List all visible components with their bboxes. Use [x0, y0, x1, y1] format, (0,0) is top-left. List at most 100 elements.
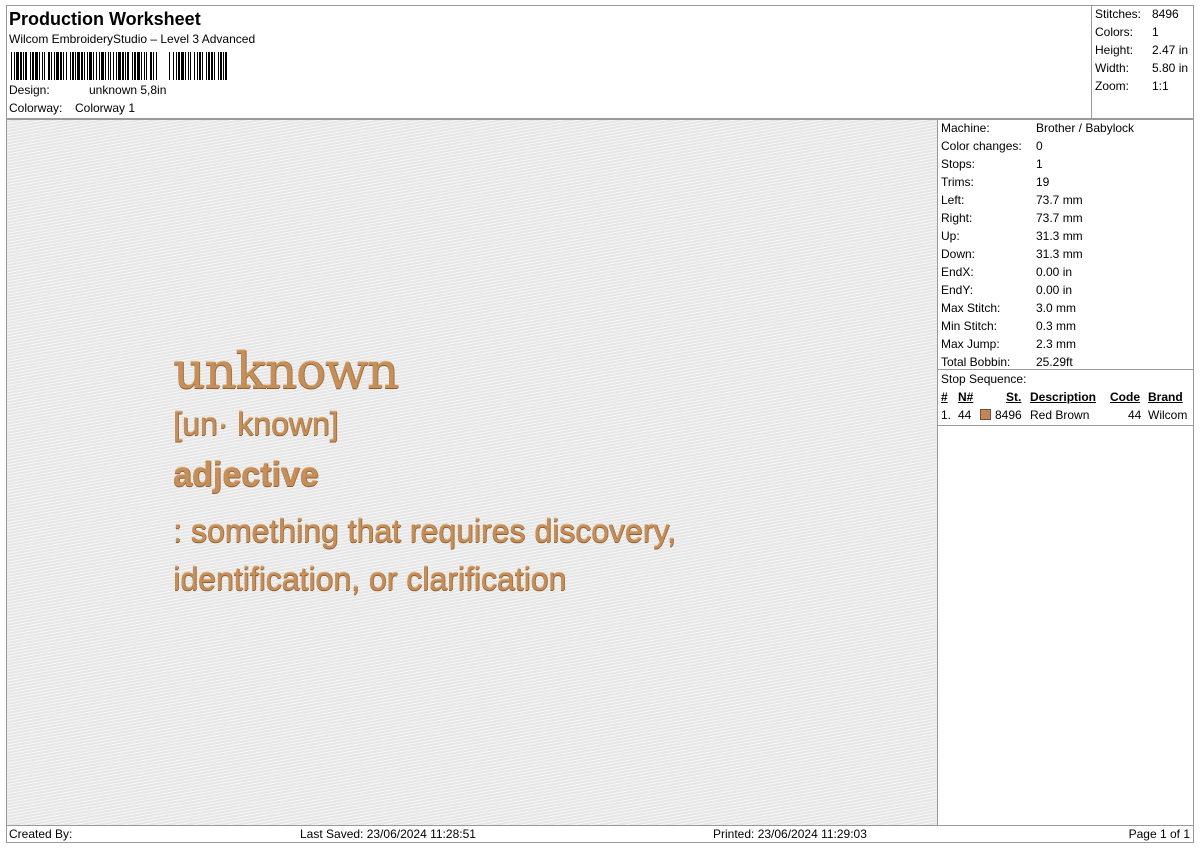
barcode-bar [206, 52, 207, 80]
barcode-bar [173, 52, 174, 80]
summary-label: Height: [1095, 43, 1134, 57]
barcode-bar [225, 52, 227, 80]
barcode-bar [220, 52, 222, 80]
barcode-bar [141, 52, 142, 80]
summary-label: Width: [1095, 61, 1130, 75]
stat-value: 73.7 mm [1036, 211, 1083, 225]
worksheet-header: Production Worksheet Wilcom EmbroiderySt… [6, 5, 1092, 119]
summary-label: Stitches: [1095, 7, 1142, 21]
embroidered-definition-line-1: : something that requires discovery, [173, 513, 676, 549]
barcode-bar [77, 52, 80, 80]
stat-row: Min Stitch: 0.3 mm [941, 319, 1076, 334]
design-value: unknown 5,8in [89, 83, 167, 97]
barcode-bar [70, 52, 71, 80]
stat-value: 0.00 in [1036, 265, 1073, 279]
printed-date: Printed: 23/06/2024 11:29:03 [713, 827, 867, 841]
barcode-bar [66, 52, 67, 80]
machine-stats-panel: Machine: Brother / Babylock Color changes:… [937, 119, 1194, 826]
barcode-bar [181, 52, 184, 80]
barcode-bar [25, 52, 27, 80]
app-name: Wilcom EmbroideryStudio – Level 3 Advanc… [9, 32, 256, 46]
stat-label: Left: [941, 193, 965, 207]
seq-row-brand: Wilcom [1148, 408, 1188, 422]
seq-row-code: 44 [1128, 408, 1142, 422]
barcode-bar [144, 52, 145, 80]
barcode-bar [194, 52, 195, 80]
summary-label: Colors: [1095, 25, 1134, 39]
barcode-bar [110, 52, 111, 80]
stop-sequence-title: Stop Sequence: [941, 372, 1027, 386]
barcode-bar [84, 52, 85, 80]
summary-value: 1 [1152, 25, 1159, 39]
barcode-bar [35, 52, 38, 80]
page-title: Production Worksheet [9, 9, 201, 29]
barcode-bar [156, 52, 157, 80]
barcode-icon [11, 52, 227, 80]
barcode-bar [75, 52, 76, 80]
barcode-bar [72, 52, 74, 80]
colorway-value: Colorway 1 [75, 101, 136, 115]
thread-color-swatch [980, 409, 991, 420]
barcode-bar [14, 52, 15, 80]
col-header-brand: Brand [1148, 390, 1183, 404]
stat-row: Stops: 1 [941, 157, 1043, 172]
stat-row: Up: 31.3 mm [941, 229, 1083, 244]
col-header-needle: N# [958, 390, 974, 404]
col-header-index: # [941, 390, 948, 404]
stat-label: Trims: [941, 175, 974, 189]
stat-value: 3.0 mm [1036, 301, 1077, 315]
barcode-bar [137, 52, 140, 80]
stat-label: Max Stitch: [941, 301, 1001, 315]
stat-value: 73.7 mm [1036, 193, 1083, 207]
design-row: Design: unknown 5,8in [9, 83, 166, 98]
stat-label: Total Bobbin: [941, 355, 1011, 369]
barcode-bar [116, 52, 117, 80]
barcode-bar [42, 52, 43, 80]
barcode-bar [153, 52, 154, 80]
stat-row: Right: 73.7 mm [941, 211, 1083, 226]
barcode-bar [108, 52, 109, 80]
barcode-bar [125, 52, 126, 80]
barcode-bar [218, 52, 219, 80]
stat-row: EndY: 0.00 in [941, 283, 1072, 298]
barcode-bar [23, 52, 24, 80]
stat-label: Down: [941, 247, 976, 261]
barcode-bar [51, 52, 52, 80]
barcode-bar [169, 52, 170, 80]
col-header-code: Code [1110, 390, 1140, 404]
stat-row: Color changes: 0 [941, 139, 1043, 154]
divider [938, 425, 1193, 426]
barcode-bar [127, 52, 129, 80]
design-preview-canvas[interactable]: unknown [un· known] adjective : somethin… [6, 119, 938, 826]
stat-row: EndX: 0.00 in [941, 265, 1072, 280]
barcode-bar [197, 52, 198, 80]
barcode-bar [39, 52, 40, 80]
barcode-bar [54, 52, 55, 80]
barcode-bar [30, 52, 31, 80]
barcode-bar [199, 52, 201, 80]
stat-value: 25.29ft [1036, 355, 1073, 369]
colorway-row: Colorway: Colorway 1 [9, 101, 135, 116]
barcode-bar [223, 52, 224, 80]
barcode-bar [56, 52, 59, 80]
barcode-bar [11, 52, 12, 80]
col-header-stitches: St. [1006, 390, 1022, 404]
barcode-bar [208, 52, 210, 80]
stat-row: Left: 73.7 mm [941, 193, 1083, 208]
seq-row-stitches: 8496 [995, 408, 1022, 422]
summary-colors: Colors: 1 [1095, 25, 1159, 40]
stat-label: Color changes: [941, 139, 1022, 153]
stat-label: Up: [941, 229, 960, 243]
stat-row: Max Stitch: 3.0 mm [941, 301, 1076, 316]
stat-row: Down: 31.3 mm [941, 247, 1083, 262]
colorway-label: Colorway: [9, 101, 63, 115]
stat-value: Brother / Babylock [1036, 121, 1135, 135]
stat-value: 1 [1036, 157, 1043, 171]
barcode-bar [122, 52, 124, 80]
barcode-bar [150, 52, 152, 80]
embroidered-pronunciation: [un· known] [173, 406, 339, 442]
stat-row: Trims: 19 [941, 175, 1049, 190]
barcode-bar [93, 52, 94, 80]
stat-label: Machine: [941, 121, 990, 135]
stat-row: Machine: Brother / Babylock [941, 121, 1134, 136]
